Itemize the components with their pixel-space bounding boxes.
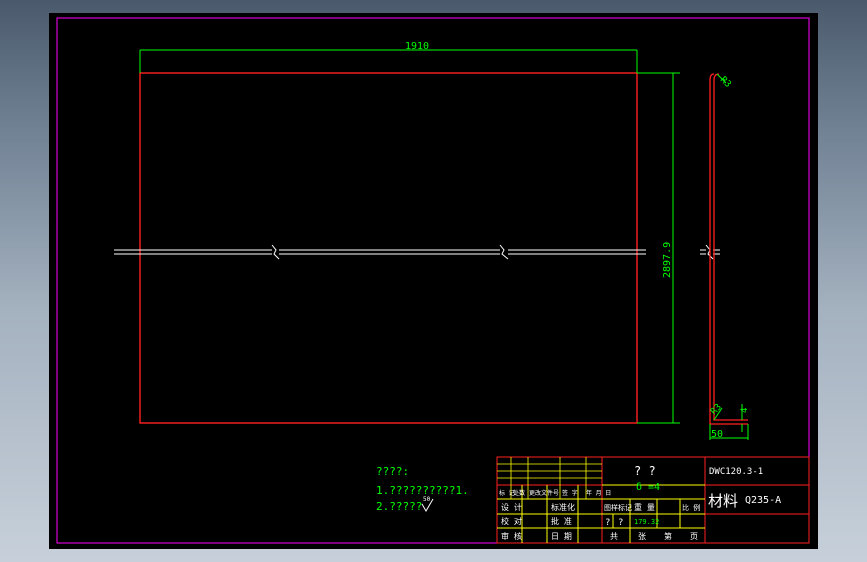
drawing-number: DWC120.3-1 [709, 467, 763, 477]
material-value: Q235-A [745, 495, 781, 506]
notes-line-2: 2.????? [376, 500, 422, 513]
weight-value: 179.32 [634, 518, 659, 526]
width-dimension [139, 49, 638, 73]
side-profile[interactable] [709, 73, 748, 425]
flange-dimension-text: 50 [711, 429, 723, 440]
rev-header-sign: 签 字 [562, 489, 578, 497]
rev-header-count: 处数 [513, 489, 525, 497]
roughness-value: 50 [423, 496, 431, 503]
footer-sheets: 张 [638, 532, 646, 541]
height-dimension [637, 72, 680, 424]
stage-mark-1: ? [605, 518, 610, 528]
width-dimension-text: 1910 [405, 41, 429, 52]
scale-header: 比 例 [682, 503, 700, 512]
drawing-frame [56, 17, 810, 544]
row-col2-standard: 标准化 [551, 502, 575, 512]
side-profile-dimensions [709, 73, 749, 440]
bend-radius-bottom-text: R3 [709, 402, 724, 417]
break-lines [114, 244, 720, 260]
row-col2-approve: 批 准 [551, 516, 572, 526]
row-label-check: 校 对 [501, 516, 522, 526]
stage-header: 图样标记 [604, 503, 632, 512]
height-dimension-text: 2897.9 [662, 242, 673, 278]
row-label-design: 设 计 [501, 502, 522, 512]
footer-page: 页 [690, 532, 698, 541]
notes-heading: ????: [376, 465, 409, 478]
plate-thickness: δ =4 [636, 482, 660, 493]
weight-header: 重 量 [634, 502, 655, 512]
row-col2-date: 日 期 [551, 532, 572, 541]
plate-outline[interactable] [139, 72, 638, 424]
rev-header-date: 年 月 日 [586, 489, 611, 497]
thickness-dimension-text: 4 [740, 408, 750, 413]
cad-drawing[interactable]: 1910 2897.9 R3 R3 50 4 ????: 1.?????????… [0, 0, 867, 562]
rev-header-docno: 更改文件号 [529, 489, 559, 497]
material-label: 材料 [708, 492, 738, 510]
row-label-review: 审 核 [501, 531, 522, 541]
part-name: ? ? [634, 464, 656, 478]
stage-mark-2: ? [618, 518, 623, 528]
footer-no: 第 [664, 531, 672, 541]
footer-total: 共 [610, 532, 618, 541]
